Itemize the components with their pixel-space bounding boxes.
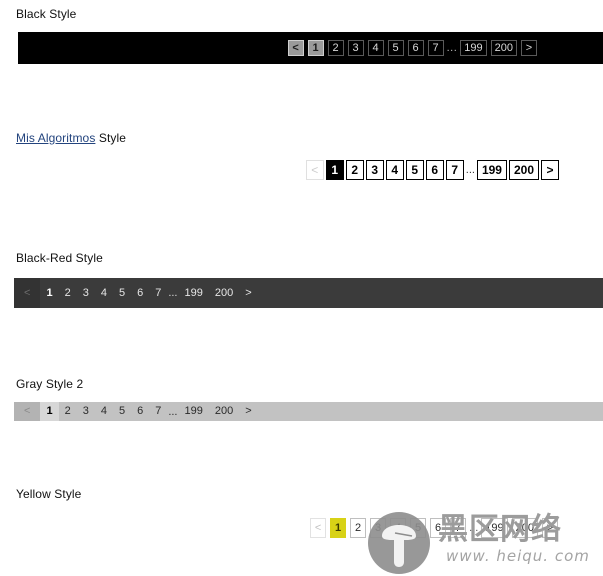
page-6[interactable]: 6 (407, 40, 424, 56)
page-4[interactable]: 4 (390, 518, 407, 538)
section-title-yellow-text: Yellow Style (16, 487, 82, 501)
pagination-yellow: < 1 2 3 4 5 6 7 ... 199 200 > (0, 517, 560, 539)
page-3[interactable]: 3 (347, 40, 364, 56)
page-5[interactable]: 5 (410, 518, 427, 538)
page-5[interactable]: 5 (405, 160, 424, 180)
watermark-url-text: www. heiqu. com (446, 547, 590, 565)
page-200[interactable]: 200 (209, 402, 239, 421)
page-ellipsis: ... (465, 164, 475, 176)
section-title-black: Black Style (0, 7, 76, 21)
page-next[interactable]: > (541, 160, 559, 180)
page-199[interactable]: 199 (460, 40, 487, 56)
page-5[interactable]: 5 (113, 402, 131, 421)
page-3[interactable]: 3 (77, 278, 95, 308)
section-title-gray-2-text: Gray Style 2 (16, 377, 84, 391)
page-4[interactable]: 4 (367, 40, 384, 56)
page-prev[interactable]: < (287, 40, 304, 56)
page-6[interactable]: 6 (430, 518, 447, 538)
pagination-black: < 1 2 3 4 5 6 7 ... 199 200 > (18, 32, 603, 64)
page-next[interactable]: > (239, 402, 257, 421)
page-7[interactable]: 7 (149, 402, 167, 421)
page-199[interactable]: 199 (481, 518, 508, 538)
page-6[interactable]: 6 (131, 278, 149, 308)
page-1[interactable]: 1 (307, 40, 324, 56)
page-4[interactable]: 4 (385, 160, 404, 180)
page-6[interactable]: 6 (131, 402, 149, 421)
page-ellipsis: ... (168, 405, 178, 418)
page-prev[interactable]: < (14, 402, 41, 421)
page-4[interactable]: 4 (95, 402, 113, 421)
mis-algoritmos-link[interactable]: Mis Algoritmos (16, 131, 95, 145)
page-prev[interactable]: < (305, 160, 324, 180)
pagination-gray-2: < 1 2 3 4 5 6 7 ... 199 200 > (14, 402, 603, 421)
page-3[interactable]: 3 (77, 402, 95, 421)
page-3[interactable]: 3 (365, 160, 384, 180)
page-prev[interactable]: < (14, 278, 41, 308)
page-2[interactable]: 2 (59, 278, 77, 308)
page-prev[interactable]: < (310, 518, 327, 538)
page-ellipsis: ... (168, 287, 178, 299)
page-4[interactable]: 4 (95, 278, 113, 308)
section-title-gray-2: Gray Style 2 (0, 377, 83, 391)
page-5[interactable]: 5 (387, 40, 404, 56)
page-next[interactable]: > (239, 278, 257, 308)
page-7[interactable]: 7 (427, 40, 444, 56)
page-7[interactable]: 7 (450, 518, 467, 538)
page-6[interactable]: 6 (425, 160, 444, 180)
section-title-mis-algoritmos: Mis Algoritmos Style (0, 131, 126, 145)
page-ellipsis: ... (446, 42, 458, 54)
page-2[interactable]: 2 (327, 40, 344, 56)
page-1[interactable]: 1 (40, 278, 58, 308)
page-7[interactable]: 7 (149, 278, 167, 308)
page-1[interactable]: 1 (40, 402, 59, 421)
pagination-black-red: < 1 2 3 4 5 6 7 ... 199 200 > (14, 278, 603, 308)
page-1[interactable]: 1 (325, 160, 344, 180)
pagination-mis-algoritmos: < 1 2 3 4 5 6 7 ... 199 200 > (0, 158, 560, 182)
page-7[interactable]: 7 (445, 160, 464, 180)
page-2[interactable]: 2 (345, 160, 364, 180)
section-title-black-red: Black-Red Style (0, 251, 103, 265)
section-title-yellow: Yellow Style (0, 487, 81, 501)
section-title-mis-suffix: Style (95, 131, 127, 145)
page-next[interactable]: > (521, 40, 537, 56)
section-title-black-text: Black Style (16, 7, 77, 21)
page-200[interactable]: 200 (490, 40, 517, 56)
page-3[interactable]: 3 (370, 518, 387, 538)
section-title-black-red-text: Black-Red Style (16, 251, 103, 265)
page-5[interactable]: 5 (113, 278, 131, 308)
page-2[interactable]: 2 (59, 402, 77, 421)
page-ellipsis: ... (469, 522, 479, 534)
page-199[interactable]: 199 (178, 278, 208, 308)
page-199[interactable]: 199 (476, 160, 507, 180)
page-200[interactable]: 200 (209, 278, 239, 308)
page-200[interactable]: 200 (508, 160, 539, 180)
page-200[interactable]: 200 (511, 518, 538, 538)
page-1[interactable]: 1 (330, 518, 347, 538)
page-next[interactable]: > (542, 518, 558, 538)
page-2[interactable]: 2 (350, 518, 367, 538)
page-199[interactable]: 199 (178, 402, 208, 421)
